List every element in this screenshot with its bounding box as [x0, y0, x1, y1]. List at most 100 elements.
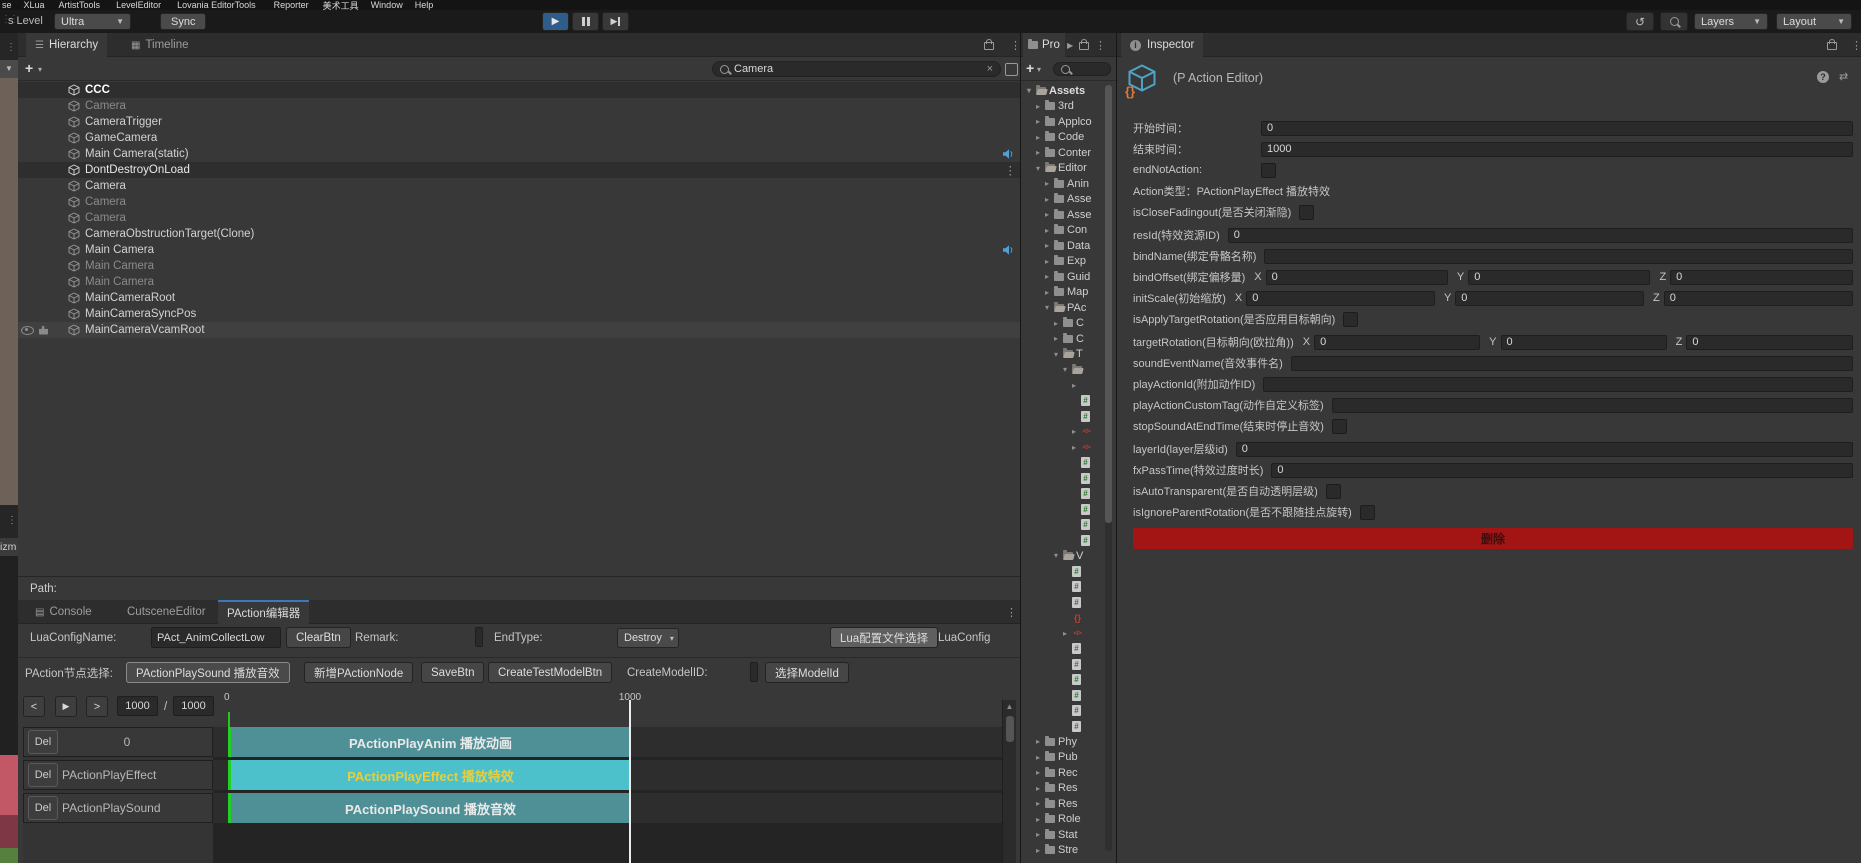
- delete-track-button[interactable]: Del: [28, 763, 58, 787]
- expand-arrow-icon[interactable]: ▸: [1034, 102, 1042, 111]
- expand-arrow-icon[interactable]: ▸: [1034, 799, 1042, 808]
- project-tree-item[interactable]: [1021, 393, 1105, 409]
- expand-arrow-icon[interactable]: ▾: [1034, 164, 1042, 173]
- hierarchy-row[interactable]: Camera: [18, 194, 1020, 210]
- axis-input-z[interactable]: 0: [1663, 290, 1853, 306]
- step-button[interactable]: ▶: [602, 12, 629, 31]
- project-scrollbar[interactable]: [1105, 85, 1112, 851]
- project-tree-item[interactable]: [1021, 409, 1105, 425]
- frame-next-button[interactable]: >: [86, 696, 108, 717]
- project-tree-item[interactable]: ▸ Res: [1021, 796, 1105, 812]
- project-tree-item[interactable]: ▸ Role: [1021, 812, 1105, 828]
- lua-file-select-button[interactable]: Lua配置文件选择: [830, 627, 939, 648]
- expand-arrow-icon[interactable]: ▸: [1043, 226, 1051, 235]
- isolate-filter-icon[interactable]: [1005, 63, 1018, 76]
- project-tree-item[interactable]: ▸: [1021, 378, 1105, 394]
- project-tree-item[interactable]: [1021, 688, 1105, 704]
- hierarchy-row[interactable]: Camera: [18, 178, 1020, 194]
- axis-input-x[interactable]: 0: [1246, 290, 1435, 306]
- project-tree-item[interactable]: [1021, 533, 1105, 549]
- project-tree-item[interactable]: ▸ C: [1021, 316, 1105, 332]
- expand-arrow-icon[interactable]: ▸: [1034, 784, 1042, 793]
- help-icon[interactable]: ?: [1817, 71, 1829, 83]
- menu-item[interactable]: LevelEditor: [116, 0, 161, 10]
- field-checkbox[interactable]: [1299, 204, 1315, 220]
- field-checkbox[interactable]: [1261, 162, 1276, 178]
- project-tree-item[interactable]: [1021, 610, 1105, 626]
- lock-icon[interactable]: [1827, 39, 1837, 50]
- hierarchy-search-input[interactable]: Camera ×: [712, 61, 1001, 77]
- play-button[interactable]: ▶: [542, 12, 569, 31]
- expand-arrow-icon[interactable]: ▸: [1070, 381, 1078, 390]
- project-search-input[interactable]: [1053, 62, 1111, 76]
- layers-dropdown[interactable]: Layers ▼: [1694, 13, 1768, 30]
- track-clip-bar[interactable]: PActionPlaySound 播放音效: [228, 793, 630, 823]
- expand-arrow-icon[interactable]: ▾: [1052, 350, 1060, 359]
- track-clip-bar[interactable]: PActionPlayAnim 播放动画: [228, 727, 630, 757]
- audio-speaker-icon[interactable]: [1002, 148, 1014, 160]
- hierarchy-row[interactable]: Main Camera: [18, 274, 1020, 290]
- expand-arrow-icon[interactable]: ▸: [1034, 753, 1042, 762]
- axis-input-x[interactable]: 0: [1265, 269, 1448, 285]
- scrollbar-thumb[interactable]: [1105, 85, 1112, 523]
- timeline-play-button[interactable]: ▶: [55, 696, 77, 717]
- project-tree-item[interactable]: ▾ V: [1021, 548, 1105, 564]
- project-tree-item[interactable]: ▸ Pub: [1021, 750, 1105, 766]
- scrollbar-thumb[interactable]: [1006, 716, 1014, 742]
- axis-input-y[interactable]: 0: [1468, 269, 1651, 285]
- project-tree-item[interactable]: [1021, 641, 1105, 657]
- menu-item[interactable]: XLua: [24, 0, 45, 10]
- expand-arrow-icon[interactable]: ▸: [1070, 443, 1078, 452]
- delete-track-button[interactable]: Del: [28, 796, 58, 820]
- expand-arrow-icon[interactable]: ▸: [1043, 288, 1051, 297]
- luaconfigname-input[interactable]: PAct_AnimCollectLow: [151, 627, 281, 648]
- project-tree-item[interactable]: ▸ Phy: [1021, 734, 1105, 750]
- expand-arrow-icon[interactable]: ▾: [1052, 551, 1060, 560]
- remark-input[interactable]: [475, 627, 483, 647]
- field-checkbox[interactable]: [1359, 504, 1375, 520]
- hierarchy-row[interactable]: CCC: [18, 82, 1020, 98]
- axis-input-z[interactable]: 0: [1670, 269, 1854, 285]
- expand-arrow-icon[interactable]: ▸: [1034, 768, 1042, 777]
- project-tree-item[interactable]: ▸ Code: [1021, 130, 1105, 146]
- create-add-button[interactable]: +: [25, 61, 33, 75]
- create-add-button[interactable]: +: [1026, 61, 1034, 75]
- expand-arrow-icon[interactable]: ▸: [1034, 133, 1042, 142]
- menu-item[interactable]: se: [2, 0, 12, 10]
- project-tree-item[interactable]: [1021, 595, 1105, 611]
- project-tree-item[interactable]: ▸ Anin: [1021, 176, 1105, 192]
- project-tree-item[interactable]: ▾ Assets: [1021, 83, 1105, 99]
- quality-dropdown[interactable]: Ultra ▼: [54, 13, 131, 30]
- menu-item[interactable]: ArtistTools: [59, 0, 101, 10]
- project-tree-item[interactable]: ▸ Data: [1021, 238, 1105, 254]
- field-input[interactable]: 0: [1227, 227, 1853, 243]
- menu-item[interactable]: 美术工具: [323, 0, 359, 11]
- project-tree-item[interactable]: ▸ Stre: [1021, 843, 1105, 859]
- project-tree-item[interactable]: ▸ Asse: [1021, 207, 1105, 223]
- audio-speaker-icon[interactable]: [1002, 244, 1014, 256]
- hierarchy-row[interactable]: MainCameraVcamRoot: [18, 322, 1020, 338]
- expand-arrow-icon[interactable]: ▸: [1034, 815, 1042, 824]
- project-tree-item[interactable]: ▸ Res: [1021, 781, 1105, 797]
- project-tree-item[interactable]: ▸ Con: [1021, 223, 1105, 239]
- expand-arrow-icon[interactable]: ▸: [1034, 846, 1042, 855]
- field-checkbox[interactable]: [1325, 483, 1341, 499]
- expand-arrow-icon[interactable]: ▾: [1025, 86, 1033, 95]
- hierarchy-row[interactable]: CameraTrigger: [18, 114, 1020, 130]
- project-tree-item[interactable]: [1021, 471, 1105, 487]
- scroll-up-icon[interactable]: ▲: [1003, 702, 1016, 711]
- field-input[interactable]: 0: [1261, 120, 1853, 136]
- kebab-icon[interactable]: ⋮: [1857, 70, 1861, 83]
- create-test-model-button[interactable]: CreateTestModelBtn: [488, 662, 613, 683]
- expand-arrow-icon[interactable]: ▸: [1034, 830, 1042, 839]
- paction-node-type-button[interactable]: PActionPlaySound 播放音效: [126, 662, 290, 683]
- hierarchy-row[interactable]: Camera: [18, 210, 1020, 226]
- presets-icon[interactable]: ⇄: [1839, 70, 1848, 83]
- field-input[interactable]: 0: [1271, 462, 1853, 478]
- project-tree-item[interactable]: ▸ Asse: [1021, 192, 1105, 208]
- delete-track-button[interactable]: Del: [28, 730, 58, 754]
- pause-button[interactable]: [572, 12, 599, 31]
- field-input[interactable]: [1290, 355, 1853, 371]
- field-input[interactable]: 0: [1235, 441, 1853, 457]
- menu-item[interactable]: Help: [415, 0, 434, 10]
